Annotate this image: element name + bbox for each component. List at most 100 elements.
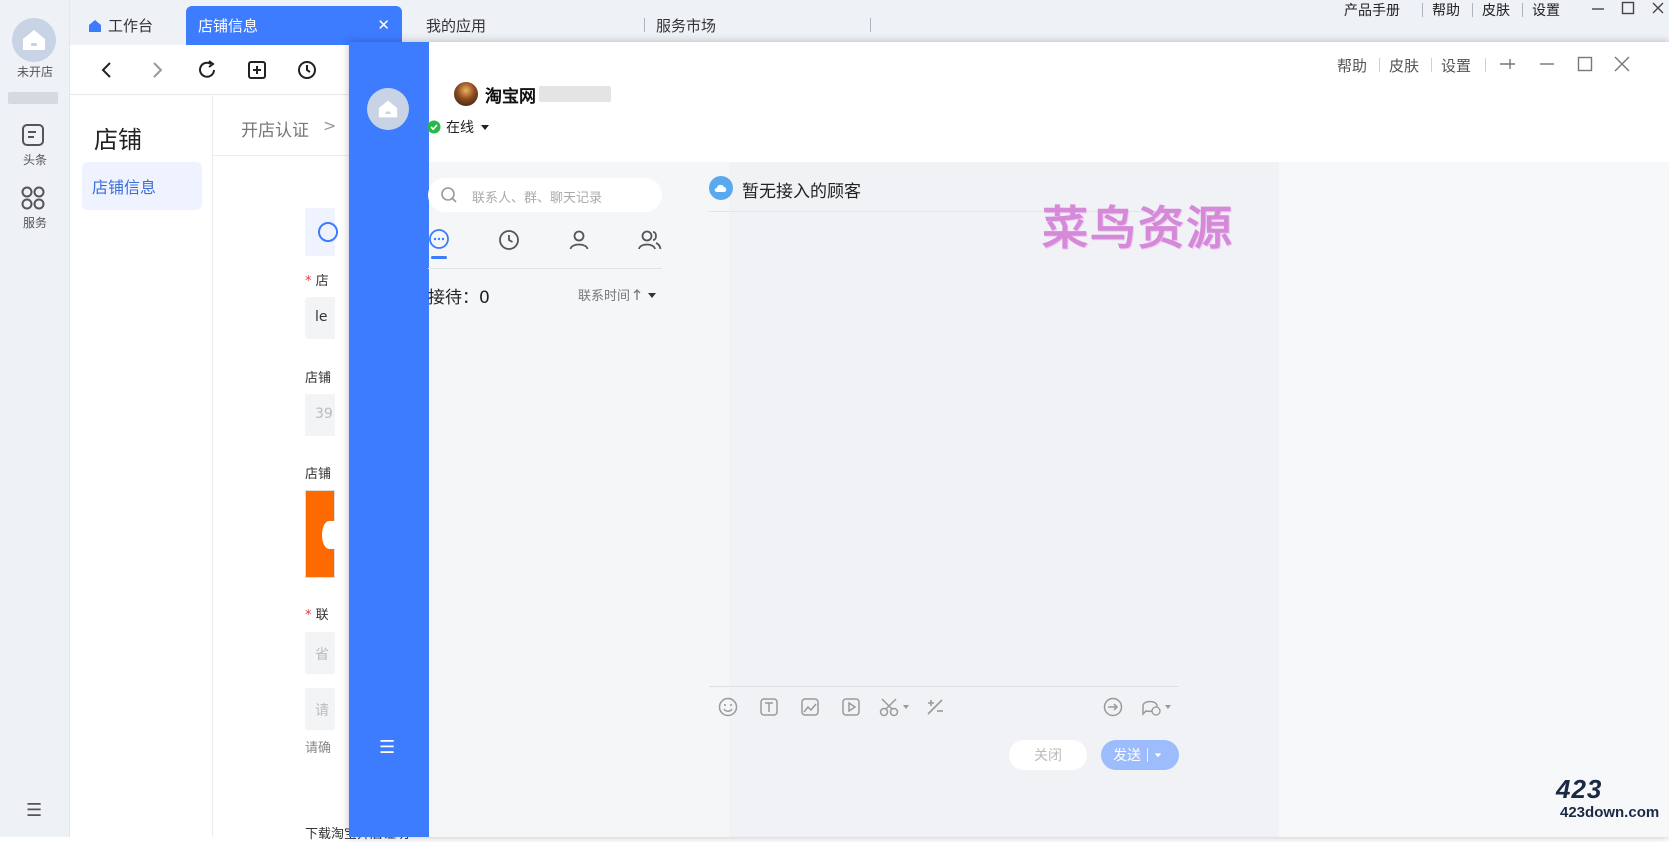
settings-link[interactable]: 设置 bbox=[1532, 0, 1560, 19]
blurred-account-suffix bbox=[539, 86, 611, 102]
rail-menu-icon[interactable]: ☰ bbox=[26, 800, 42, 821]
tab-my-apps[interactable]: 我的应用 bbox=[426, 6, 566, 45]
info-banner bbox=[305, 208, 338, 256]
tab-shop-info[interactable]: 店铺信息 ✕ bbox=[186, 6, 402, 45]
header-divider bbox=[1485, 58, 1486, 72]
tab-close-icon[interactable]: ✕ bbox=[377, 16, 390, 34]
tab-conversations[interactable] bbox=[428, 228, 450, 250]
chat-rail: ☰ bbox=[349, 42, 429, 837]
active-tab-indicator bbox=[431, 256, 447, 259]
minimize-icon[interactable] bbox=[1590, 0, 1606, 20]
breadcrumb-item[interactable]: 开店认证 bbox=[241, 116, 309, 141]
field-label-contact: * 联 bbox=[305, 608, 329, 623]
rail-item-news[interactable]: 头条 bbox=[0, 151, 70, 168]
search-icon bbox=[441, 187, 457, 203]
chat-skin-link[interactable]: 皮肤 bbox=[1389, 55, 1419, 76]
tab-recent[interactable] bbox=[498, 229, 520, 255]
skin-link[interactable]: 皮肤 bbox=[1482, 0, 1510, 19]
video-icon[interactable] bbox=[840, 696, 862, 722]
refresh-icon bbox=[199, 60, 215, 78]
refresh-button[interactable] bbox=[192, 55, 222, 85]
header-divider bbox=[1431, 58, 1432, 72]
home-icon bbox=[23, 30, 45, 50]
customer-info-pane bbox=[1279, 162, 1669, 837]
menu-divider bbox=[1522, 3, 1523, 17]
chat-close-icon[interactable] bbox=[1612, 54, 1632, 78]
chat-minimize-icon[interactable] bbox=[1537, 54, 1557, 78]
clock-icon bbox=[499, 230, 519, 250]
chat-settings-link[interactable]: 设置 bbox=[1441, 55, 1471, 76]
address-input[interactable]: 请 bbox=[305, 688, 335, 730]
tab-contacts[interactable] bbox=[568, 229, 590, 255]
font-icon[interactable] bbox=[758, 696, 780, 722]
rail-item-services[interactable]: 服务 bbox=[0, 214, 70, 231]
page-title: 店铺 bbox=[94, 126, 142, 154]
field-label-shop-id: 店铺 bbox=[305, 371, 332, 386]
shop-logo-image[interactable] bbox=[305, 490, 336, 578]
search-input[interactable]: 联系人、群、聊天记录 bbox=[428, 178, 662, 212]
sort-by-contact-time[interactable]: 联系时间 bbox=[578, 285, 657, 304]
person-icon bbox=[569, 230, 589, 250]
chat-bubble-icon bbox=[429, 229, 449, 249]
image-icon[interactable] bbox=[799, 696, 821, 722]
conversation-pane bbox=[729, 162, 1279, 837]
scissors-icon[interactable] bbox=[878, 696, 912, 722]
product-manual-link[interactable]: 产品手册 bbox=[1344, 0, 1400, 19]
tab-service-market[interactable]: 服务市场 bbox=[656, 6, 796, 45]
menu-divider bbox=[1422, 3, 1423, 17]
quick-reply-icon[interactable] bbox=[1140, 696, 1174, 722]
close-icon[interactable] bbox=[1650, 0, 1666, 20]
emoji-icon[interactable] bbox=[717, 696, 739, 722]
clock-icon bbox=[298, 61, 316, 79]
chat-menu-icon[interactable]: ☰ bbox=[379, 737, 395, 758]
left-rail: 未开店 头条 服务 ☰ bbox=[0, 0, 70, 837]
pin-icon[interactable] bbox=[1497, 54, 1517, 78]
cloud-icon bbox=[709, 176, 733, 200]
site-logo-bottom: 423down.com bbox=[1560, 804, 1660, 821]
compose-divider bbox=[709, 686, 1179, 687]
help-link[interactable]: 帮助 bbox=[1432, 0, 1460, 19]
chat-maximize-icon[interactable] bbox=[1575, 54, 1595, 78]
chat-help-link[interactable]: 帮助 bbox=[1337, 55, 1367, 76]
chat-avatar[interactable] bbox=[367, 88, 409, 130]
history-button[interactable] bbox=[292, 55, 322, 85]
blurred-account bbox=[8, 92, 58, 104]
add-box-icon bbox=[248, 61, 266, 79]
tab-workbench[interactable]: 工作台 bbox=[88, 6, 178, 45]
maximize-icon[interactable] bbox=[1620, 0, 1636, 20]
watermark-text: 菜鸟资源 bbox=[1042, 201, 1234, 255]
account-avatar[interactable] bbox=[454, 82, 478, 106]
transfer-icon[interactable] bbox=[1102, 696, 1124, 722]
shop-name-input[interactable]: le bbox=[305, 297, 335, 339]
taobao-logo-icon bbox=[322, 521, 336, 549]
coupon-icon[interactable] bbox=[924, 696, 946, 722]
shop-id-input[interactable]: 39 bbox=[305, 394, 335, 436]
field-label-shop-name: * 店 bbox=[305, 274, 329, 289]
breadcrumb: 开店认证 > bbox=[213, 96, 353, 156]
close-conversation-button[interactable]: 关闭 bbox=[1009, 740, 1087, 770]
home-icon bbox=[378, 100, 398, 118]
group-icon bbox=[638, 230, 662, 250]
header-divider bbox=[1379, 58, 1380, 72]
tab-divider bbox=[644, 18, 645, 32]
tab-divider bbox=[870, 18, 871, 32]
tab-groups[interactable] bbox=[638, 229, 662, 255]
no-customer-message: 暂无接入的顾客 bbox=[742, 182, 861, 202]
chevron-right-icon bbox=[153, 62, 163, 78]
apps-icon[interactable] bbox=[20, 185, 46, 215]
contacts-pane bbox=[429, 162, 729, 837]
news-icon[interactable] bbox=[20, 122, 46, 152]
forward-button[interactable] bbox=[142, 55, 172, 85]
province-select[interactable]: 省 bbox=[305, 632, 335, 674]
menu-divider bbox=[1472, 3, 1473, 17]
sort-arrow-up-icon bbox=[633, 288, 641, 300]
shop-avatar[interactable] bbox=[12, 18, 56, 62]
back-button[interactable] bbox=[92, 55, 122, 85]
shop-status-label: 未开店 bbox=[16, 65, 53, 79]
sidebar-item-shop-info[interactable]: 店铺信息 bbox=[82, 162, 202, 210]
tab-bar: 工作台 店铺信息 ✕ 我的应用 服务市场 产品手册 帮助 皮肤 设置 bbox=[70, 0, 1669, 45]
send-button[interactable]: 发送 bbox=[1101, 740, 1179, 770]
online-status[interactable]: 在线 bbox=[427, 117, 490, 137]
account-name: 淘宝网 bbox=[485, 87, 536, 107]
new-tab-button[interactable] bbox=[242, 55, 272, 85]
